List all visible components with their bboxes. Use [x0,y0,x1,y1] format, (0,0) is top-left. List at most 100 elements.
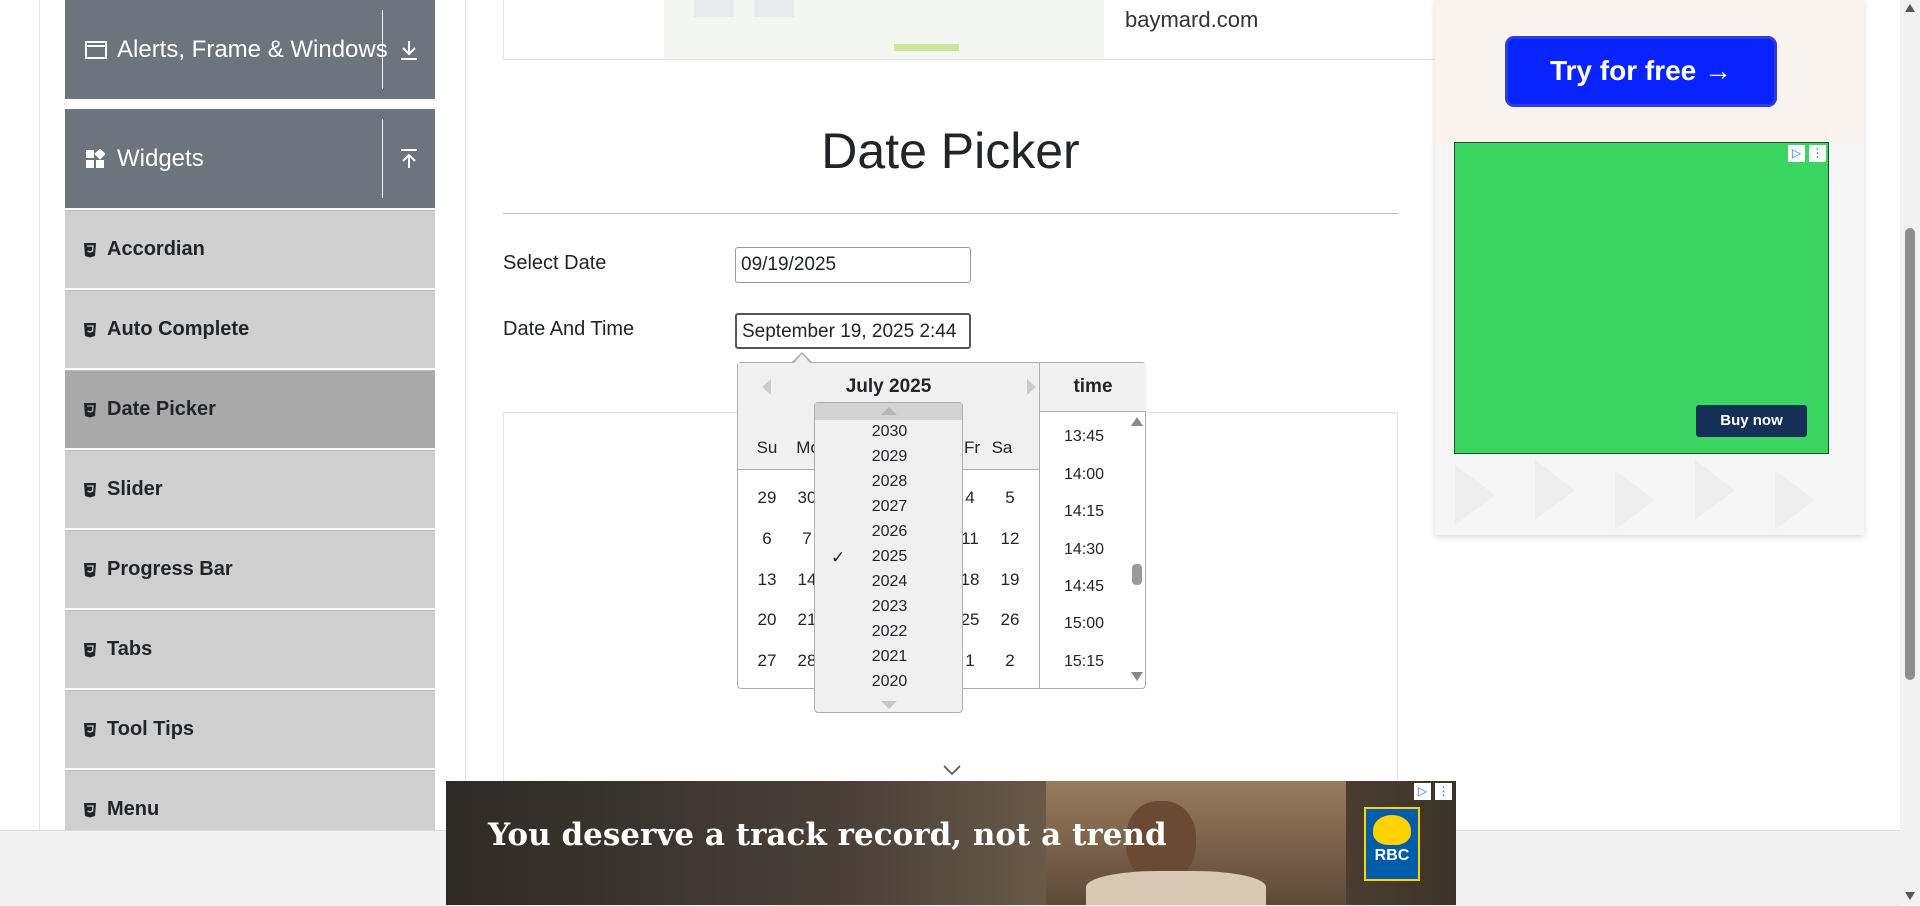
year-dropdown[interactable]: 2030 2029 2028 2027 2026 ✓ 2025 2024 202… [814,402,963,713]
more-options-icon[interactable]: ⋮ [1809,145,1826,162]
time-option[interactable]: 15:00 [1040,615,1128,633]
html5-icon [83,402,107,418]
time-option[interactable]: 14:15 [1040,503,1128,521]
calendar-day[interactable]: 27 [747,651,787,671]
sidebar-item-auto-complete[interactable]: Auto Complete [65,290,435,368]
page-title: Date Picker [821,123,1080,179]
time-header: time [1040,363,1146,412]
brand-label: RBC [1374,847,1410,864]
chevron-down-icon[interactable] [942,763,962,781]
ad-screenshot-image [664,0,1104,59]
scroll-up-icon[interactable] [1131,417,1143,426]
weekday-label: Sa [991,438,1013,457]
calendar-day[interactable]: 19 [990,570,1030,590]
sidebar-item-label: Auto Complete [107,318,250,340]
weekday-label: Su [756,438,778,457]
year-scroll-down-icon[interactable] [881,701,897,709]
year-option[interactable]: 2022 [815,623,964,641]
ad-choice-icons[interactable]: ▷ ⋮ [1788,145,1826,162]
year-option[interactable]: 2024 [815,573,964,591]
rbc-logo: RBC [1364,807,1420,881]
scroll-down-icon[interactable] [1905,892,1915,900]
time-option[interactable]: 15:15 [1040,653,1128,671]
year-scroll-up-icon[interactable] [881,407,897,415]
calendar-day[interactable]: 12 [990,529,1030,549]
sidebar-item-label: Tabs [107,638,153,660]
time-option[interactable]: 13:45 [1040,428,1128,446]
scroll-thumb[interactable] [1132,564,1142,585]
sidebar-item-label: Date Picker [107,398,216,420]
sidebar-item-slider[interactable]: Slider [65,450,435,528]
select-date-input[interactable]: 09/19/2025 [735,247,971,283]
year-option[interactable]: 2029 [815,448,964,466]
download-arrow-icon[interactable] [383,0,435,99]
calendar-day[interactable]: 26 [990,610,1030,630]
group-label: Widgets [117,144,204,172]
ad-choice-icons[interactable]: ▷ ⋮ [1414,783,1452,800]
sidebar-left-border [39,0,40,830]
top-ad-frame[interactable]: baymard.com [503,0,1438,60]
adchoices-icon[interactable]: ▷ [1788,145,1805,162]
group-alerts-frame-windows[interactable]: Alerts, Frame & Windows [65,0,435,99]
more-options-icon[interactable]: ⋮ [1435,783,1452,800]
buy-now-button[interactable]: Buy now [1696,405,1807,437]
date-time-input[interactable]: September 19, 2025 2:44 [735,313,971,349]
ad-image-block [894,44,959,51]
ad-image-block [694,0,734,17]
year-option[interactable]: 2028 [815,473,964,491]
year-option[interactable]: 2026 [815,523,964,541]
calendar-day[interactable]: 20 [747,610,787,630]
year-option-selected[interactable]: 2025 [815,548,964,566]
scroll-down-icon[interactable] [1131,672,1143,681]
bottom-advertisement[interactable]: You deserve a track record, not a trend … [446,781,1456,905]
sidebar-item-label: Tool Tips [107,718,195,740]
sidebar-item-progress-bar[interactable]: Progress Bar [65,530,435,608]
year-option[interactable]: 2030 [815,423,964,441]
calendar-day[interactable]: 13 [747,570,787,590]
time-option[interactable]: 14:00 [1040,466,1128,484]
ad-pattern-background [1455,460,1815,530]
try-for-free-button[interactable]: Try for free → [1505,36,1777,107]
time-column: time 13:45 14:00 14:15 14:30 14:45 15:00… [1039,363,1146,688]
html5-icon [83,322,107,338]
html5-icon [83,722,107,738]
calendar-day[interactable]: 6 [747,529,787,549]
next-month-icon[interactable] [1027,379,1036,395]
picker-pointer-fill [794,354,810,363]
sidebar-item-label: Menu [107,798,160,820]
html5-icon [83,242,107,258]
ad-person-body [1086,871,1266,905]
year-option[interactable]: 2023 [815,598,964,616]
date-time-label: Date And Time [503,318,635,340]
calendar-day[interactable]: 5 [990,488,1030,508]
group-widgets[interactable]: Widgets [65,109,435,208]
calendar-day[interactable]: 29 [747,488,787,508]
ad-domain: baymard.com [1125,7,1259,32]
sidebar-item-date-picker[interactable]: Date Picker [65,370,435,448]
sidebar-item-tool-tips[interactable]: Tool Tips [65,690,435,768]
adchoices-icon[interactable]: ▷ [1414,783,1431,800]
upload-arrow-icon[interactable] [383,109,435,208]
sidebar-right-border [465,0,466,830]
group-label: Alerts, Frame & Windows [117,35,388,63]
sidebar-item-tabs[interactable]: Tabs [65,610,435,688]
year-option[interactable]: 2020 [815,673,964,691]
scroll-thumb[interactable] [1905,228,1915,680]
lion-emblem-icon [1373,815,1411,845]
year-option[interactable]: 2021 [815,648,964,666]
select-date-label: Select Date [503,252,607,274]
time-scrollbar[interactable] [1131,414,1143,686]
scroll-up-icon[interactable] [1905,4,1915,12]
calendar-day[interactable]: 2 [990,651,1030,671]
time-option[interactable]: 14:30 [1040,541,1128,559]
time-option[interactable]: 14:45 [1040,578,1128,596]
widgets-icon [85,148,111,169]
year-option[interactable]: 2027 [815,498,964,516]
title-divider [503,213,1398,214]
html5-icon [83,642,107,658]
ad-headline: You deserve a track record, not a trend [488,817,1167,853]
sidebar-item-accordian[interactable]: Accordian [65,210,435,288]
page-scrollbar[interactable] [1900,0,1920,905]
ad-image-block [754,0,794,17]
current-month-label[interactable]: July 2025 [738,376,1039,398]
